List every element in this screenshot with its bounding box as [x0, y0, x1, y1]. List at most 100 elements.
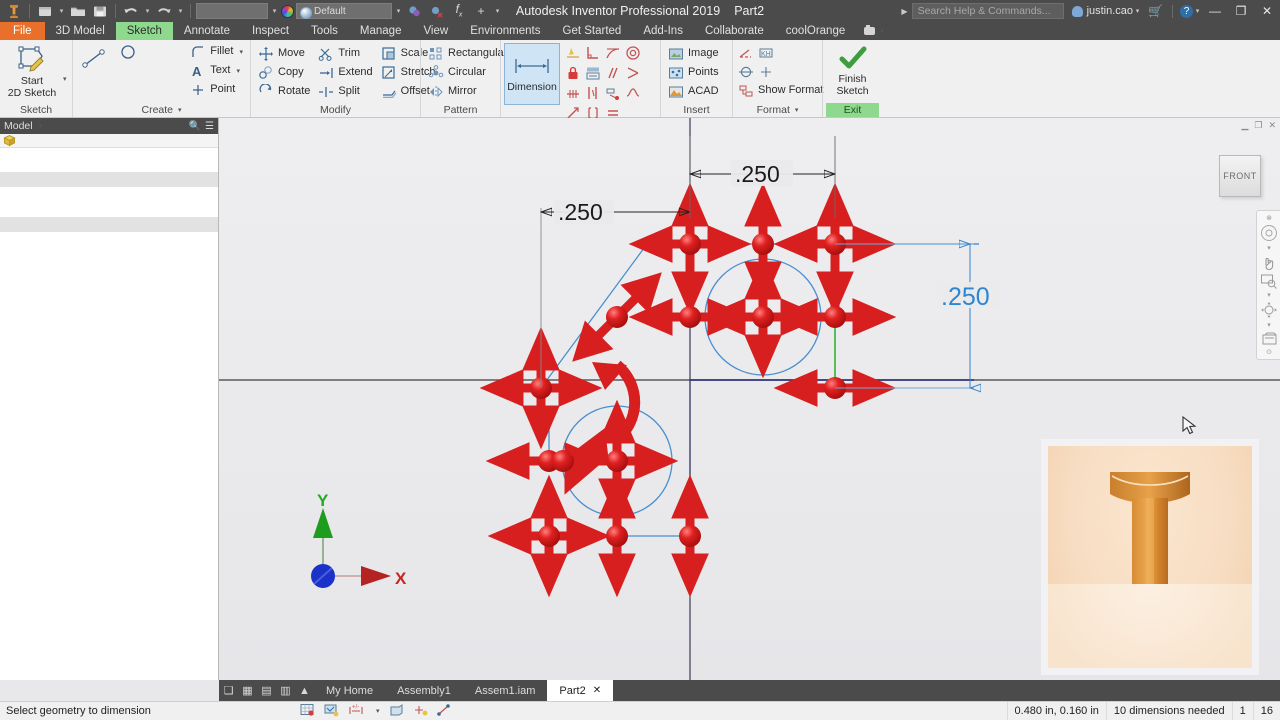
- tile-icon[interactable]: ❏: [219, 680, 238, 701]
- user-account[interactable]: justin.cao: [1071, 5, 1133, 17]
- extend-button[interactable]: Extend: [314, 63, 376, 82]
- ribbon-tab-get-started[interactable]: Get Started: [552, 22, 633, 40]
- ribbon-tab-manage[interactable]: Manage: [349, 22, 413, 40]
- browser-dropdown-icon[interactable]: ▾: [39, 122, 43, 130]
- search-icon[interactable]: 🔍: [189, 121, 201, 132]
- sketch-canvas[interactable]: ▁ ❐ ✕ FRONT ⊗ ▾ ▾ ▾ ⊙ .250 .250 .250 Y X: [219, 118, 1280, 680]
- open-file-icon[interactable]: [68, 2, 88, 21]
- text-tool-button[interactable]: A Text ▾: [186, 61, 247, 80]
- insert-image-button[interactable]: Image: [664, 44, 723, 63]
- smooth-icon[interactable]: [623, 83, 643, 103]
- text-caret-icon[interactable]: ▾: [236, 67, 240, 75]
- browser-tree-row-4[interactable]: [0, 217, 218, 232]
- search-expand-icon[interactable]: ▶: [901, 7, 907, 16]
- browser-root-row[interactable]: [0, 134, 218, 148]
- circle-tool-button[interactable]: [116, 42, 140, 61]
- document-tab-my-home[interactable]: My Home: [314, 680, 385, 701]
- help-dropdown-icon[interactable]: ▾: [1193, 2, 1202, 21]
- slice-graphics-icon[interactable]: [389, 703, 404, 720]
- browser-tree-row-5[interactable]: [0, 232, 218, 247]
- collapse-icon[interactable]: ▲: [295, 680, 314, 701]
- new-file-icon[interactable]: [35, 2, 55, 21]
- insert-acad-button[interactable]: ACAD: [664, 82, 723, 101]
- dimension-input-icon[interactable]: +/-: [348, 703, 365, 720]
- appearance-dropdown-icon[interactable]: ▾: [394, 2, 403, 21]
- dimension-display-icon[interactable]: [583, 63, 603, 83]
- ribbon-tab-add-ins[interactable]: Add-Ins: [632, 22, 694, 40]
- minimize-button[interactable]: —: [1202, 0, 1228, 22]
- user-dropdown-icon[interactable]: ▾: [1133, 2, 1142, 21]
- material-selector[interactable]: [196, 3, 268, 19]
- browser-tree-row-1[interactable]: [0, 172, 218, 187]
- horizontal-split-icon[interactable]: ▤: [257, 680, 276, 701]
- ribbon-tab-view[interactable]: View: [412, 22, 459, 40]
- copy-button[interactable]: Copy: [254, 63, 314, 82]
- browser-tree-row-2[interactable]: [0, 187, 218, 202]
- split-button[interactable]: Split: [314, 82, 376, 101]
- project-edges-icon[interactable]: [436, 703, 452, 720]
- auto-dimension-icon[interactable]: [563, 43, 583, 63]
- ribbon-tab-inspect[interactable]: Inspect: [241, 22, 300, 40]
- hamburger-icon[interactable]: ☰: [205, 121, 214, 132]
- point-tool-button[interactable]: Point: [186, 80, 247, 99]
- snap-grid-icon[interactable]: [300, 703, 315, 720]
- collinear-icon[interactable]: [563, 83, 583, 103]
- ribbon-tab-environments[interactable]: Environments: [459, 22, 551, 40]
- document-tab-assembly1[interactable]: Assembly1: [385, 680, 463, 701]
- qat-overflow-icon[interactable]: ▾: [493, 2, 502, 21]
- create-expand-icon[interactable]: ▾: [178, 106, 182, 114]
- ribbon-tab-collaborate[interactable]: Collaborate: [694, 22, 775, 40]
- ribbon-tab-3d-model[interactable]: 3D Model: [45, 22, 116, 40]
- ribbon-tab-file[interactable]: File: [0, 22, 45, 40]
- material-dropdown-icon[interactable]: ▾: [270, 2, 279, 21]
- ribbon-tab-tools[interactable]: Tools: [300, 22, 349, 40]
- undo-icon[interactable]: [121, 2, 141, 21]
- dimension-button[interactable]: Dimension: [504, 43, 560, 105]
- close-icon[interactable]: ✕: [593, 685, 601, 696]
- move-button[interactable]: Move: [254, 44, 314, 63]
- start-2d-sketch-button[interactable]: Start 2D Sketch: [3, 42, 61, 99]
- perpendicular-icon[interactable]: [583, 43, 603, 63]
- document-tab-part2[interactable]: Part2 ✕: [547, 680, 614, 701]
- ribbon-tab-sketch[interactable]: Sketch: [115, 22, 173, 40]
- insert-points-button[interactable]: Points: [664, 63, 723, 82]
- finish-sketch-button[interactable]: Finish Sketch: [826, 42, 879, 97]
- mirror-button[interactable]: Mirror: [424, 82, 511, 101]
- show-format-button[interactable]: Show Format: [736, 81, 827, 100]
- sketch-dropdown-icon[interactable]: ▾: [63, 75, 67, 83]
- cart-icon[interactable]: 🛒: [1148, 4, 1163, 18]
- search-input[interactable]: Search Help & Commands...: [911, 3, 1064, 19]
- close-button[interactable]: ✕: [1254, 0, 1280, 22]
- rotate-button[interactable]: Rotate: [254, 82, 314, 101]
- centerline-icon[interactable]: [736, 62, 756, 81]
- tangent-icon[interactable]: [603, 43, 623, 63]
- help-icon[interactable]: ?: [1180, 4, 1193, 18]
- new-file-dropdown-icon[interactable]: ▾: [57, 2, 66, 21]
- clear-appearance-icon[interactable]: [427, 2, 447, 21]
- coincident-icon[interactable]: [623, 63, 643, 83]
- vertical-split-icon[interactable]: ▥: [276, 680, 295, 701]
- customize-qat-icon[interactable]: +: [471, 2, 491, 21]
- circular-pattern-button[interactable]: Circular: [424, 63, 511, 82]
- grid-icon[interactable]: ▦: [238, 680, 257, 701]
- auto-project-icon[interactable]: [413, 703, 428, 720]
- browser-tree-row-3[interactable]: [0, 202, 218, 217]
- dimension-input-dropdown-icon[interactable]: ▾: [376, 707, 380, 715]
- document-tab-assem1-iam[interactable]: Assem1.iam: [463, 680, 548, 701]
- fillet-caret-icon[interactable]: ▾: [239, 48, 243, 56]
- constraint-inference-icon[interactable]: [324, 703, 339, 720]
- undo-dropdown-icon[interactable]: ▾: [143, 2, 152, 21]
- fillet-tool-button[interactable]: Fillet ▾: [186, 42, 247, 61]
- parameters-icon[interactable]: fx: [449, 2, 469, 21]
- save-file-icon[interactable]: [90, 2, 110, 21]
- driven-dimension-icon[interactable]: KH: [756, 43, 776, 62]
- construction-line-icon[interactable]: [736, 43, 756, 62]
- line-tool-button[interactable]: [76, 42, 112, 70]
- adjust-appearance-icon[interactable]: [405, 2, 425, 21]
- equal-length-icon[interactable]: [583, 83, 603, 103]
- color-wheel-icon[interactable]: [281, 4, 294, 18]
- rectangular-pattern-button[interactable]: Rectangular: [424, 44, 511, 63]
- lock-icon[interactable]: [563, 63, 583, 83]
- redo-icon[interactable]: [154, 2, 174, 21]
- trim-button[interactable]: Trim: [314, 44, 376, 63]
